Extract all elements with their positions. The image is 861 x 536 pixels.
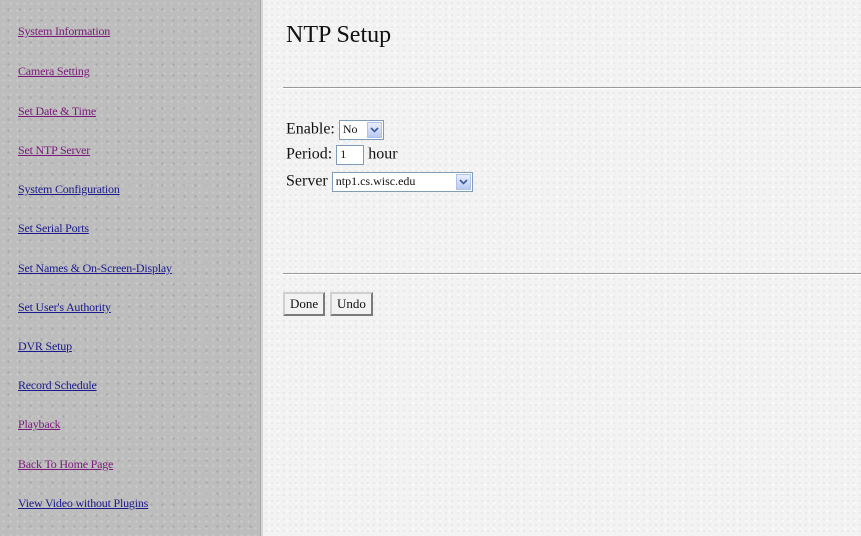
server-select-value: ntp1.cs.wisc.edu <box>335 174 416 188</box>
nav-link-back-to-home-page[interactable]: Back To Home Page <box>18 457 113 472</box>
nav-link-set-serial-ports[interactable]: Set Serial Ports <box>18 221 89 236</box>
period-unit: hour <box>368 145 398 163</box>
nav-link-set-ntp-server[interactable]: Set NTP Server <box>18 143 90 158</box>
enable-select[interactable]: No <box>338 120 384 140</box>
nav-link-view-video-without-plugins[interactable]: View Video without Plugins <box>18 496 148 511</box>
undo-button[interactable]: Undo <box>330 292 373 316</box>
enable-label: Enable: <box>286 120 335 138</box>
nav-link-dvr-setup[interactable]: DVR Setup <box>18 339 72 354</box>
nav-link-set-names-osd[interactable]: Set Names & On-Screen-Display <box>18 261 172 276</box>
chevron-down-icon[interactable] <box>366 122 382 138</box>
nav-link-system-information[interactable]: System Information <box>18 24 110 39</box>
nav-link-record-schedule[interactable]: Record Schedule <box>18 378 97 393</box>
server-row: Server ntp1.cs.wisc.edu <box>286 172 473 192</box>
top-divider <box>283 87 861 89</box>
sidebar: System Information Camera Setting Set Da… <box>0 0 260 536</box>
done-button[interactable]: Done <box>283 292 326 316</box>
period-input[interactable]: 1 <box>336 145 365 165</box>
period-label: Period: <box>286 145 333 163</box>
main-content: NTP Setup Enable: No Period: 1 hour Serv… <box>263 0 861 536</box>
nav-link-set-date-time[interactable]: Set Date & Time <box>18 104 96 119</box>
nav-link-camera-setting[interactable]: Camera Setting <box>18 64 90 79</box>
page-title: NTP Setup <box>286 22 392 48</box>
chevron-down-icon[interactable] <box>455 174 471 190</box>
bottom-divider <box>283 273 861 275</box>
enable-row: Enable: No <box>286 120 384 140</box>
server-label: Server <box>286 172 328 190</box>
nav-link-playback[interactable]: Playback <box>18 417 61 432</box>
nav-link-system-configuration[interactable]: System Configuration <box>18 182 120 197</box>
nav-link-set-users-authority[interactable]: Set User's Authority <box>18 300 111 315</box>
server-select[interactable]: ntp1.cs.wisc.edu <box>331 172 473 192</box>
period-row: Period: 1 hour <box>286 145 398 165</box>
enable-select-value: No <box>342 122 358 136</box>
